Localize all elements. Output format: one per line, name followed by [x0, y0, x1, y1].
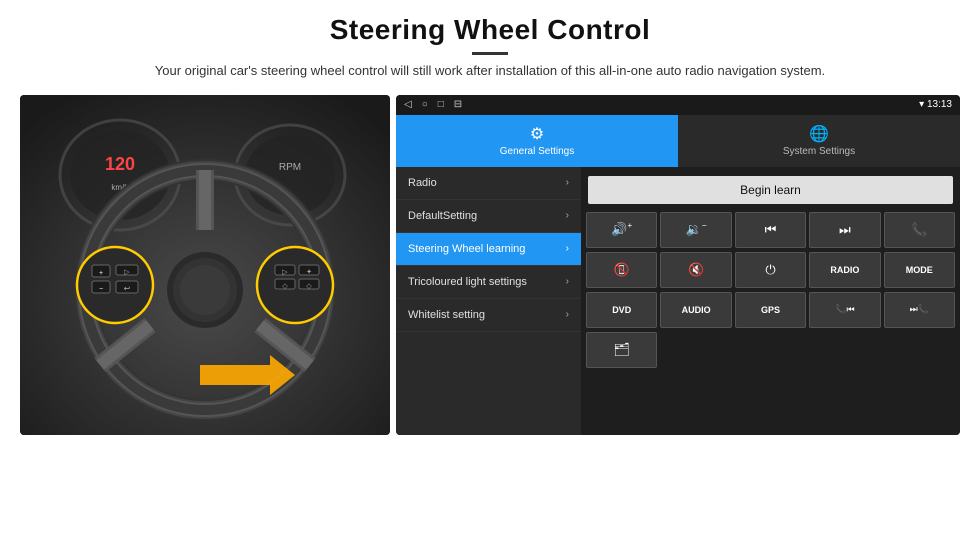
left-menu: Radio › DefaultSetting › Steering Wheel …	[396, 167, 581, 435]
phone-answer-icon: 📞	[911, 222, 927, 238]
mode-label: MODE	[906, 265, 933, 275]
phone-answer-button[interactable]: 📞	[884, 212, 955, 248]
menu-item-default[interactable]: DefaultSetting ›	[396, 200, 581, 233]
audio-button[interactable]: AUDIO	[660, 292, 731, 328]
vol-down-button[interactable]: 🔉−	[660, 212, 731, 248]
android-ui-panel: ◁ ○ □ ⊟ ▾ 13:13 ⚙ General Settings 🌐	[396, 95, 960, 435]
tab-general-label: General Settings	[500, 146, 575, 157]
header-subtitle: Your original car's steering wheel contr…	[140, 61, 840, 81]
chevron-icon-steering: ›	[566, 243, 569, 254]
steering-wheel-image: 120 km/h RPM	[20, 95, 390, 435]
power-button[interactable]: ⏻	[735, 252, 806, 288]
menu-radio-label: Radio	[408, 177, 566, 189]
page-title: Steering Wheel Control	[20, 14, 960, 46]
gps-button[interactable]: GPS	[735, 292, 806, 328]
header: Steering Wheel Control Your original car…	[0, 0, 980, 87]
svg-text:↩: ↩	[124, 284, 131, 293]
dvd-label: DVD	[612, 305, 631, 315]
chevron-icon-default: ›	[566, 210, 569, 221]
chevron-icon-whitelist: ›	[566, 309, 569, 320]
menu-whitelist-label: Whitelist setting	[408, 309, 566, 321]
svg-text:120: 120	[105, 154, 135, 174]
time-display: 13:13	[927, 99, 952, 110]
prev-track-icon: ⏮	[765, 222, 777, 238]
folder-button[interactable]: 🗂	[586, 332, 657, 368]
radio-label: RADIO	[830, 265, 859, 275]
tab-system-label: System Settings	[783, 146, 855, 157]
control-row-4: 🗂	[586, 332, 955, 368]
control-row-2: 📵 🔇 ⏻ RADIO MODE	[586, 252, 955, 288]
svg-text:◇: ◇	[282, 283, 288, 290]
gear-icon: ⚙	[530, 124, 544, 144]
mute-button[interactable]: 🔇	[660, 252, 731, 288]
tab-general[interactable]: ⚙ General Settings	[396, 115, 678, 167]
svg-text:▷: ▷	[124, 269, 130, 276]
content-area: Radio › DefaultSetting › Steering Wheel …	[396, 167, 960, 435]
svg-text:✦: ✦	[306, 268, 312, 276]
recents-icon[interactable]: □	[438, 99, 444, 110]
top-tabs: ⚙ General Settings 🌐 System Settings	[396, 115, 960, 167]
menu-item-radio[interactable]: Radio ›	[396, 167, 581, 200]
menu-tricoloured-label: Tricoloured light settings	[408, 276, 566, 288]
svg-text:◇: ◇	[306, 283, 312, 290]
vol-up-icon: 🔊+	[611, 221, 632, 237]
chevron-icon-tricoloured: ›	[566, 276, 569, 287]
header-divider	[472, 52, 508, 55]
main-content: 120 km/h RPM	[0, 87, 980, 545]
controls-area: Begin learn 🔊+ 🔉− ⏮	[581, 167, 960, 435]
menu-item-tricoloured[interactable]: Tricoloured light settings ›	[396, 266, 581, 299]
begin-learn-button[interactable]: Begin learn	[588, 176, 953, 204]
status-bar-time: ▾ 13:13	[919, 99, 952, 110]
radio-button[interactable]: RADIO	[809, 252, 880, 288]
svg-text:▷: ▷	[282, 269, 288, 276]
tel-prev-button[interactable]: 📞⏮	[809, 292, 880, 328]
tab-system[interactable]: 🌐 System Settings	[678, 115, 960, 167]
steering-wheel-svg: 120 km/h RPM	[20, 95, 390, 435]
vol-up-button[interactable]: 🔊+	[586, 212, 657, 248]
chevron-icon-radio: ›	[566, 177, 569, 188]
mode-button[interactable]: MODE	[884, 252, 955, 288]
menu-steering-label: Steering Wheel learning	[408, 243, 566, 255]
svg-text:RPM: RPM	[279, 162, 301, 173]
power-icon: ⏻	[765, 262, 775, 278]
menu-item-whitelist[interactable]: Whitelist setting ›	[396, 299, 581, 332]
mute-icon: 🔇	[688, 262, 704, 278]
status-bar: ◁ ○ □ ⊟ ▾ 13:13	[396, 95, 960, 115]
dvd-button[interactable]: DVD	[586, 292, 657, 328]
back-icon[interactable]: ◁	[404, 99, 412, 110]
menu-item-steering[interactable]: Steering Wheel learning ›	[396, 233, 581, 266]
tel-next-icon: ⏭📞	[910, 304, 929, 315]
audio-label: AUDIO	[682, 305, 711, 315]
control-row-1: 🔊+ 🔉− ⏮ ⏭ 📞	[586, 212, 955, 248]
next-track-button[interactable]: ⏭	[809, 212, 880, 248]
home-icon[interactable]: ○	[422, 99, 428, 110]
folder-icon: 🗂	[613, 342, 630, 358]
svg-text:+: +	[99, 270, 103, 277]
tel-prev-icon: 📞⏮	[835, 304, 854, 315]
phone-hangup-icon: 📵	[614, 262, 630, 278]
globe-icon: 🌐	[809, 124, 829, 144]
tel-next-button[interactable]: ⏭📞	[884, 292, 955, 328]
menu-icon[interactable]: ⊟	[454, 99, 462, 110]
gps-label: GPS	[761, 305, 780, 315]
control-row-3: DVD AUDIO GPS 📞⏮ ⏭📞	[586, 292, 955, 328]
prev-track-button[interactable]: ⏮	[735, 212, 806, 248]
wifi-icon: ▾	[919, 99, 927, 110]
page-wrapper: Steering Wheel Control Your original car…	[0, 0, 980, 545]
phone-hangup-button[interactable]: 📵	[586, 252, 657, 288]
vol-down-icon: 🔉−	[686, 221, 707, 237]
menu-default-label: DefaultSetting	[408, 210, 566, 222]
svg-text:−: −	[99, 286, 103, 293]
status-bar-nav: ◁ ○ □ ⊟	[404, 99, 462, 110]
begin-learn-row: Begin learn	[586, 172, 955, 208]
next-track-icon: ⏭	[839, 222, 851, 238]
